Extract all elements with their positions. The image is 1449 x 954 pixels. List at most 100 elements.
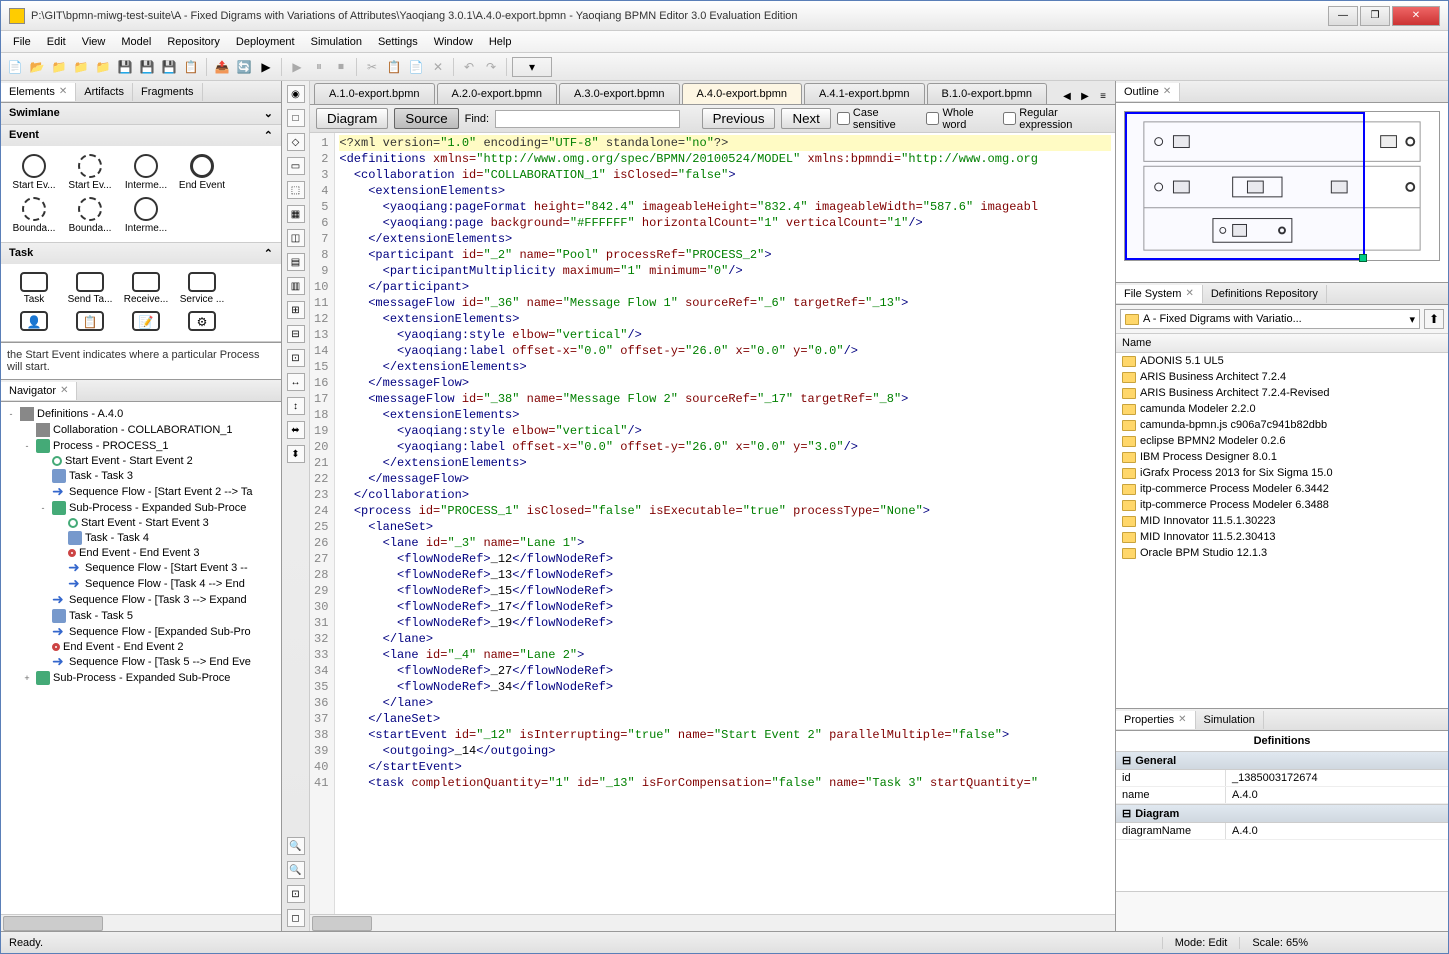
simulation-tab[interactable]: Simulation [1196, 711, 1264, 729]
outline-tab[interactable]: Outline ✕ [1116, 83, 1180, 101]
folder-row[interactable]: ARIS Business Architect 7.2.4-Revised [1116, 385, 1448, 401]
open4-icon[interactable]: 📁 [93, 57, 113, 77]
palette-task-item[interactable]: ⚙ [175, 309, 229, 335]
copy-icon[interactable]: 📋 [384, 57, 404, 77]
menu-help[interactable]: Help [481, 33, 520, 51]
palette-event-item[interactable]: Bounda... [63, 195, 117, 236]
palette-event-item[interactable]: Interme... [119, 152, 173, 193]
close-button[interactable]: ✕ [1392, 6, 1440, 26]
expand-icon[interactable] [53, 533, 65, 543]
diagram-button[interactable]: Diagram [316, 108, 388, 129]
menu-simulation[interactable]: Simulation [303, 33, 370, 51]
expand-icon[interactable] [37, 642, 49, 652]
tool-icon[interactable]: ⊞ [287, 301, 305, 319]
tool-icon[interactable]: ◫ [287, 229, 305, 247]
folder-row[interactable]: ARIS Business Architect 7.2.4 [1116, 369, 1448, 385]
file-tab[interactable]: B.1.0-export.bpmn [927, 83, 1048, 104]
run-icon[interactable]: ▶ [256, 57, 276, 77]
tab-artifacts[interactable]: Artifacts [76, 83, 133, 101]
next-button[interactable]: Next [781, 108, 830, 129]
palette-task-item[interactable]: 📋 [63, 309, 117, 335]
name-header[interactable]: Name [1116, 334, 1448, 353]
expand-icon[interactable] [53, 548, 65, 558]
expand-icon[interactable] [37, 595, 49, 605]
file-tab[interactable]: A.4.1-export.bpmn [804, 83, 925, 104]
saveall-icon[interactable]: 💾 [159, 57, 179, 77]
regex-checkbox[interactable]: Regular expression [1003, 107, 1109, 131]
tree-node[interactable]: End Event - End Event 3 [5, 546, 277, 560]
collapse-icon[interactable]: ⌃ [264, 129, 273, 142]
palette-event-item[interactable]: Start Ev... [7, 152, 61, 193]
up-icon[interactable]: ⬆ [1424, 309, 1444, 329]
zoom-actual-icon[interactable]: ◻ [287, 909, 305, 927]
tree-node[interactable]: ➜Sequence Flow - [Expanded Sub-Pro [5, 624, 277, 640]
tree-node[interactable]: Task - Task 3 [5, 468, 277, 484]
palette-task-item[interactable]: Task [7, 270, 61, 307]
expand-icon[interactable]: - [5, 409, 17, 419]
palette-event-item[interactable]: Bounda... [7, 195, 61, 236]
expand-icon[interactable] [37, 657, 49, 667]
expand-icon[interactable] [37, 471, 49, 481]
dropdown-icon[interactable]: ▾ [512, 57, 552, 77]
tree-node[interactable]: +Sub-Process - Expanded Sub-Proce [5, 670, 277, 686]
navigator-tree[interactable]: -Definitions - A.4.0 Collaboration - COL… [1, 402, 281, 914]
expand-icon[interactable] [37, 627, 49, 637]
code-editor[interactable]: 1234567891011121314151617181920212223242… [310, 133, 1115, 914]
open2-icon[interactable]: 📁 [49, 57, 69, 77]
task-section[interactable]: Task ⌃ [1, 243, 281, 264]
tab-fragments[interactable]: Fragments [133, 83, 203, 101]
tool-icon[interactable]: ⊟ [287, 325, 305, 343]
tool-icon[interactable]: ◉ [287, 85, 305, 103]
palette-event-item[interactable]: Interme... [119, 195, 173, 236]
tool-icon[interactable]: □ [287, 109, 305, 127]
collapse-icon[interactable]: ⌃ [264, 247, 273, 260]
folder-row[interactable]: ADONIS 5.1 UL5 [1116, 353, 1448, 369]
menu-model[interactable]: Model [113, 33, 159, 51]
scrollbar-h[interactable] [1, 914, 281, 931]
expand-icon[interactable]: - [37, 503, 49, 513]
folder-row[interactable]: itp-commerce Process Modeler 6.3442 [1116, 481, 1448, 497]
palette-task-item[interactable]: Receive... [119, 270, 173, 307]
close-icon[interactable]: ✕ [1163, 86, 1171, 97]
zoom-in-icon[interactable]: 🔍 [287, 837, 305, 855]
folder-row[interactable]: itp-commerce Process Modeler 6.3488 [1116, 497, 1448, 513]
file-tab[interactable]: A.2.0-export.bpmn [437, 83, 558, 104]
find-input[interactable] [495, 110, 680, 128]
maximize-button[interactable]: ❐ [1360, 6, 1390, 26]
minimize-button[interactable]: — [1328, 6, 1358, 26]
tree-node[interactable]: ➜Sequence Flow - [Task 3 --> Expand [5, 592, 277, 608]
swimlane-section[interactable]: Swimlane ⌄ [1, 103, 281, 124]
tool-icon[interactable]: ▥ [287, 277, 305, 295]
save-icon[interactable]: 💾 [115, 57, 135, 77]
folder-row[interactable]: MID Innovator 11.5.1.30223 [1116, 513, 1448, 529]
defrepo-tab[interactable]: Definitions Repository [1203, 285, 1327, 303]
case-sensitive-checkbox[interactable]: Case sensitive [837, 107, 921, 131]
prop-val[interactable]: A.4.0 [1226, 787, 1448, 803]
tree-node[interactable]: -Process - PROCESS_1 [5, 438, 277, 454]
tool-icon[interactable]: ↔ [287, 373, 305, 391]
folder-row[interactable]: eclipse BPMN2 Modeler 0.2.6 [1116, 433, 1448, 449]
palette-task-item[interactable]: Send Ta... [63, 270, 117, 307]
pause-icon[interactable]: ⏸ [309, 57, 329, 77]
expand-icon[interactable] [53, 563, 65, 573]
tree-node[interactable]: Task - Task 4 [5, 530, 277, 546]
menu-view[interactable]: View [74, 33, 114, 51]
deploy-icon[interactable]: 📤 [212, 57, 232, 77]
cut-icon[interactable]: ✂ [362, 57, 382, 77]
expand-icon[interactable]: + [21, 673, 33, 683]
menu-repository[interactable]: Repository [159, 33, 228, 51]
tool-icon[interactable]: ↕ [287, 397, 305, 415]
expand-icon[interactable] [21, 425, 33, 435]
zoom-fit-icon[interactable]: ⊡ [287, 885, 305, 903]
file-tab[interactable]: A.1.0-export.bpmn [314, 83, 435, 104]
undo-icon[interactable]: ↶ [459, 57, 479, 77]
navigator-tab[interactable]: Navigator ✕ [1, 382, 77, 400]
menu-settings[interactable]: Settings [370, 33, 426, 51]
tree-node[interactable]: ➜Sequence Flow - [Start Event 3 -- [5, 560, 277, 576]
expand-icon[interactable]: - [21, 441, 33, 451]
expand-icon[interactable] [53, 518, 65, 528]
expand-icon[interactable] [53, 579, 65, 589]
play-icon[interactable]: ▶ [287, 57, 307, 77]
open3-icon[interactable]: 📁 [71, 57, 91, 77]
filesystem-tab[interactable]: File System ✕ [1116, 285, 1203, 303]
